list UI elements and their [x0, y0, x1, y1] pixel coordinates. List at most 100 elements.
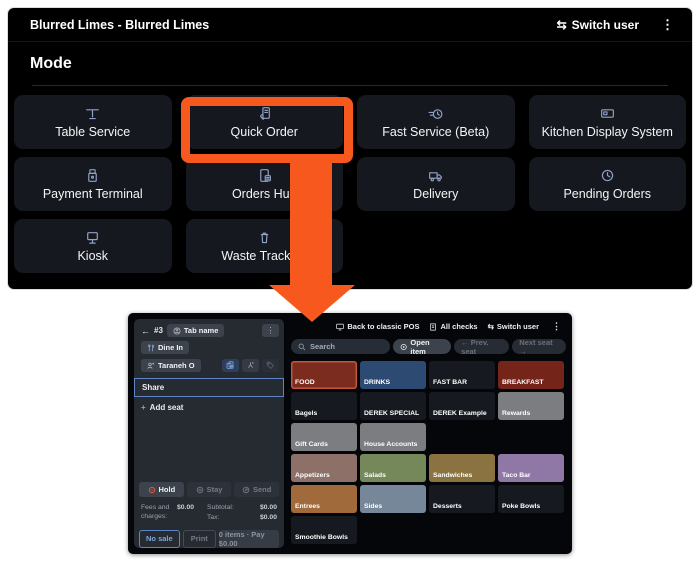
category-tile-sandwiches[interactable]: Sandwiches — [429, 454, 495, 482]
payment-terminal-icon — [84, 167, 101, 184]
category-tile-fast-bar[interactable]: FAST BAR — [429, 361, 495, 389]
category-tile-label: FAST BAR — [433, 379, 467, 386]
switch-user-button[interactable]: ⇆ Switch user — [557, 18, 639, 32]
target-icon — [400, 343, 407, 351]
no-sale-button[interactable]: No sale — [139, 530, 180, 548]
category-tile-rewards[interactable]: Rewards — [498, 392, 564, 420]
category-tile-appetizers[interactable]: Appetizers — [291, 454, 357, 482]
back-to-classic-pos-button[interactable]: Back to classic POS — [336, 322, 419, 331]
seat-share-row[interactable]: Share — [134, 378, 284, 397]
category-tile-label: DRINKS — [364, 379, 390, 386]
category-tile-sides[interactable]: Sides — [360, 485, 426, 513]
search-input[interactable]: Search — [291, 339, 390, 354]
mode-button-label: Pending Orders — [563, 187, 651, 201]
subtotal-value: $0.00 — [260, 504, 277, 511]
search-icon — [298, 343, 306, 351]
empty-grid-cell — [429, 516, 495, 544]
qo-switch-user-button[interactable]: ⇆ Switch user — [488, 322, 539, 331]
category-tile-drinks[interactable]: DRINKS — [360, 361, 426, 389]
person-star-icon — [147, 362, 155, 370]
category-tile-label: FOOD — [295, 379, 315, 386]
category-tile-desserts[interactable]: Desserts — [429, 485, 495, 513]
category-tile-derek-example[interactable]: DEREK Example — [429, 392, 495, 420]
category-tile-gift-cards[interactable]: Gift Cards — [291, 423, 357, 451]
category-tile-label: BREAKFAST — [502, 379, 544, 386]
search-placeholder: Search — [310, 342, 335, 351]
kiosk-icon — [84, 229, 101, 246]
empty-grid-cell — [360, 516, 426, 544]
tax-value: $0.00 — [260, 514, 277, 521]
open-item-button[interactable]: Open item — [393, 339, 451, 354]
next-seat-button[interactable]: Next seat → — [512, 339, 566, 354]
discount-tag-button[interactable] — [262, 359, 279, 372]
category-tile-derek-special[interactable]: DEREK SPECIAL — [360, 392, 426, 420]
category-tile-breakfast[interactable]: BREAKFAST — [498, 361, 564, 389]
category-tile-poke-bowls[interactable]: Poke Bowls — [498, 485, 564, 513]
restaurant-title: Blurred Limes - Blurred Limes — [30, 18, 209, 32]
empty-grid-cell — [498, 516, 564, 544]
category-tile-smoothie-bowls[interactable]: Smoothie Bowls — [291, 516, 357, 544]
mode-button-label: Payment Terminal — [43, 187, 143, 201]
quick-order-highlight-box — [181, 97, 353, 163]
server-chip[interactable]: Taraneh O — [141, 359, 201, 372]
tab-name-button[interactable]: Tab name — [167, 324, 224, 337]
combine-checks-button[interactable] — [222, 359, 239, 372]
tag-icon — [266, 361, 275, 370]
mode-button-delivery[interactable]: Delivery — [357, 157, 515, 211]
quick-order-screen: ← #3 Tab name ⋮ Dine In Taraneh O — [128, 313, 572, 554]
mode-button-payment-terminal[interactable]: Payment Terminal — [14, 157, 172, 211]
print-button[interactable]: Print — [183, 530, 216, 548]
utensils-icon — [147, 344, 155, 352]
stay-button[interactable]: Stay — [187, 482, 232, 497]
qo-kebab-menu-icon[interactable]: ⋮ — [549, 321, 564, 332]
category-tile-label: Rewards — [502, 410, 530, 417]
send-icon — [242, 486, 250, 494]
totals-summary: Fees and charges: $0.00 Subtotal: $0.00 … — [134, 497, 284, 526]
stay-icon — [196, 486, 204, 494]
mode-button-fast-service-beta[interactable]: Fast Service (Beta) — [357, 95, 515, 149]
mode-button-label: Kitchen Display System — [542, 125, 673, 139]
pending-orders-icon — [599, 167, 616, 184]
empty-grid-cell — [429, 423, 495, 451]
mode-button-label: Table Service — [55, 125, 130, 139]
prev-seat-button[interactable]: ← Prev. seat — [454, 339, 509, 354]
subtotal-label: Subtotal: — [207, 504, 234, 511]
category-tile-salads[interactable]: Salads — [360, 454, 426, 482]
pay-button[interactable]: 0 items · Pay $0.00 — [219, 530, 279, 548]
checks-document-icon — [429, 323, 437, 331]
category-tile-taco-bar[interactable]: Taco Bar — [498, 454, 564, 482]
category-tile-house-accounts[interactable]: House Accounts — [360, 423, 426, 451]
plus-icon: + — [141, 403, 146, 412]
category-tile-label: Poke Bowls — [502, 503, 540, 510]
hold-button[interactable]: Hold — [139, 482, 184, 497]
kds-icon — [599, 105, 616, 122]
hold-icon — [148, 486, 156, 494]
split-check-button[interactable] — [242, 359, 259, 372]
dine-in-chip[interactable]: Dine In — [141, 341, 189, 354]
category-tile-label: Gift Cards — [295, 441, 328, 448]
category-tile-entrees[interactable]: Entrees — [291, 485, 357, 513]
all-checks-button[interactable]: All checks — [429, 322, 477, 331]
mode-button-kiosk[interactable]: Kiosk — [14, 219, 172, 273]
category-tile-label: DEREK Example — [433, 410, 487, 417]
category-tile-food[interactable]: FOOD — [291, 361, 357, 389]
check-panel: ← #3 Tab name ⋮ Dine In Taraneh O — [134, 319, 284, 548]
waste-tracking-icon — [256, 229, 273, 246]
check-kebab-menu-icon[interactable]: ⋮ — [262, 324, 279, 337]
orders-hub-icon — [256, 167, 273, 184]
add-seat-button[interactable]: + Add seat — [134, 397, 284, 418]
page-title: Mode — [30, 55, 670, 73]
category-tile-bagels[interactable]: Bagels — [291, 392, 357, 420]
category-tile-label: House Accounts — [364, 441, 417, 448]
mode-button-pending-orders[interactable]: Pending Orders — [529, 157, 687, 211]
back-arrow-icon[interactable]: ← — [141, 326, 150, 336]
mode-button-table-service[interactable]: Table Service — [14, 95, 172, 149]
mode-button-kitchen-display-system[interactable]: Kitchen Display System — [529, 95, 687, 149]
split-icon — [246, 361, 255, 370]
empty-grid-cell — [498, 423, 564, 451]
app-header: Blurred Limes - Blurred Limes ⇆ Switch u… — [8, 8, 692, 42]
tax-label: Tax: — [207, 514, 219, 521]
kebab-menu-icon[interactable]: ⋮ — [657, 18, 678, 31]
switch-user-label: Switch user — [572, 18, 639, 32]
send-button[interactable]: Send — [234, 482, 279, 497]
